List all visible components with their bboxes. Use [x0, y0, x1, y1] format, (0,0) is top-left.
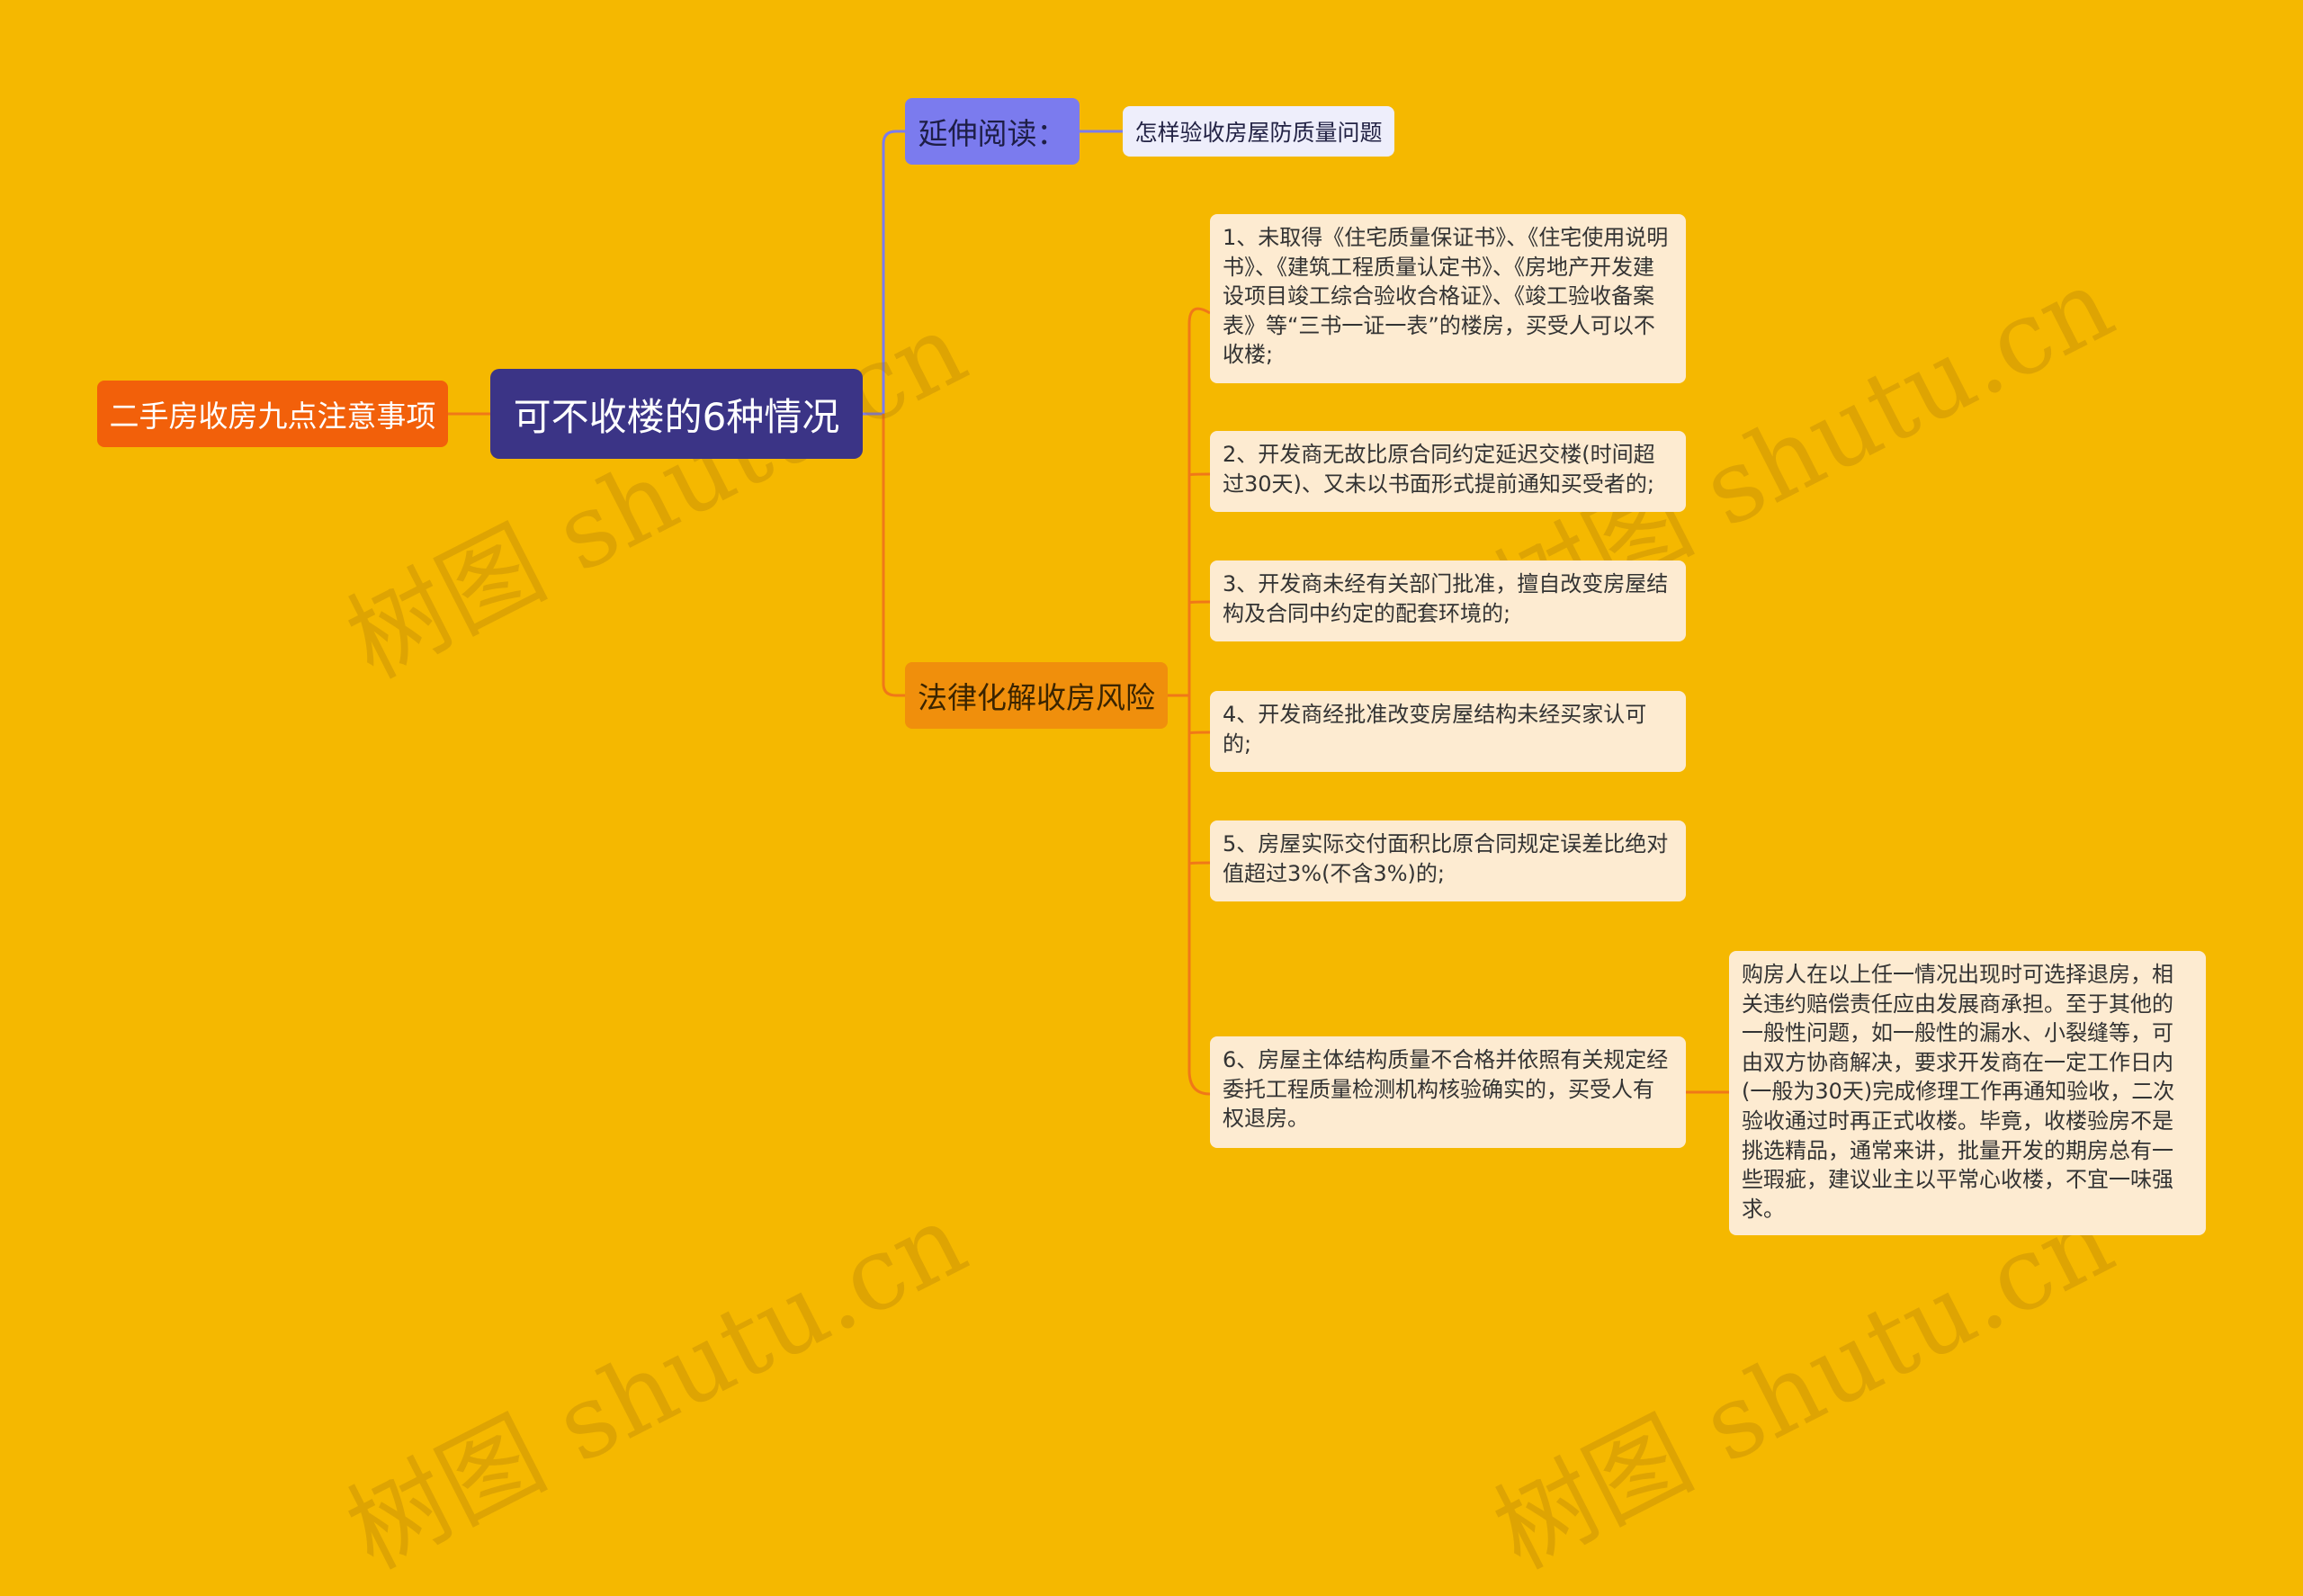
left-topic-node[interactable]: 二手房收房九点注意事项 [97, 381, 448, 447]
legal-leaf-5[interactable]: 5、房屋实际交付面积比原合同规定误差比绝对值超过3%(不含3%)的; [1210, 820, 1686, 901]
link-leaf-2 [1187, 472, 1211, 477]
legal-leaf-2[interactable]: 2、开发商无故比原合同约定延迟交楼(时间超过30天)、又未以书面形式提前通知买受… [1210, 431, 1686, 512]
link-root-extended [863, 130, 905, 416]
link-root-legal [882, 414, 905, 697]
link-leaf-4 [1187, 731, 1211, 735]
link-leaf-5 [1187, 861, 1211, 865]
root-topic-node[interactable]: 可不收楼的6种情况 [490, 369, 863, 459]
legal-leaf-6[interactable]: 6、房屋主体结构质量不合格并依照有关规定经委托工程质量检测机构核验确实的，买受人… [1210, 1036, 1686, 1148]
mind-map-canvas: 树图 shutu.cn 树图 shutu.cn 树图 shutu.cn 树图 s… [0, 0, 2303, 1592]
link-leaf-3 [1187, 600, 1211, 605]
link-legal-spine [1187, 307, 1211, 1096]
legal-leaf-3[interactable]: 3、开发商未经有关部门批准，擅自改变房屋结构及合同中约定的配套环境的; [1210, 560, 1686, 641]
branch-legal-risk[interactable]: 法律化解收房风险 [905, 662, 1168, 729]
extended-reading-item[interactable]: 怎样验收房屋防质量问题 [1123, 106, 1394, 157]
legal-leaf-1[interactable]: 1、未取得《住宅质量保证书》、《住宅使用说明书》、《建筑工程质量认定书》、《房地… [1210, 214, 1686, 383]
branch-extended-reading[interactable]: 延伸阅读： [905, 98, 1080, 165]
legal-leaf-4[interactable]: 4、开发商经批准改变房屋结构未经买家认可的; [1210, 691, 1686, 772]
legal-leaf-6-note[interactable]: 购房人在以上任一情况出现时可选择退房，相关违约赔偿责任应由发展商承担。至于其他的… [1729, 951, 2206, 1235]
